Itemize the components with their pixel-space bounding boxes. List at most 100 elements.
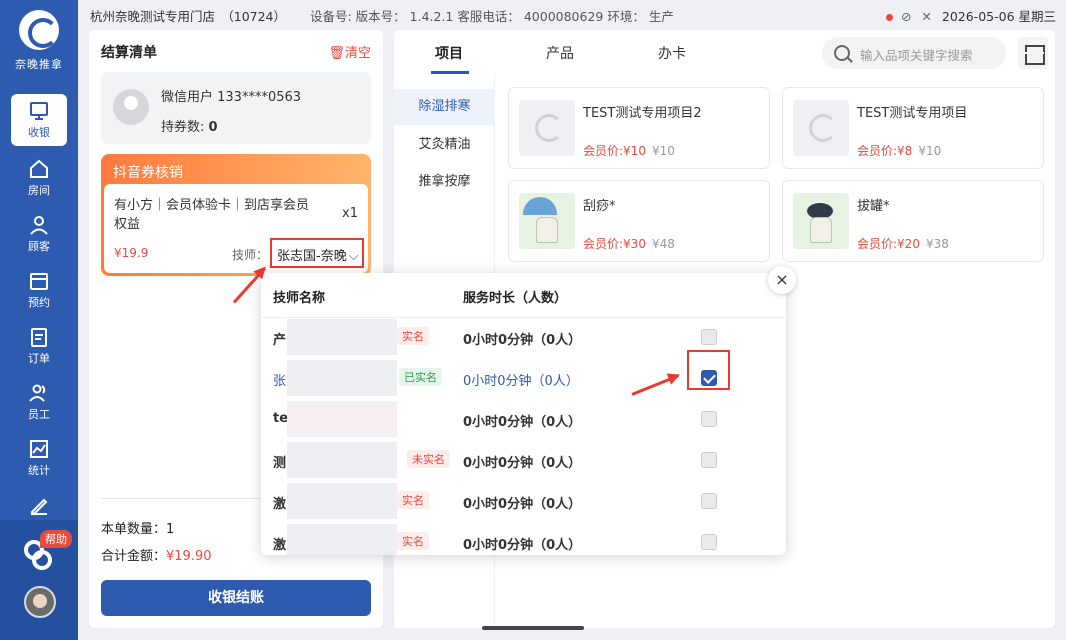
home-indicator[interactable]	[482, 626, 584, 630]
total-label: 合计金额：	[101, 549, 167, 564]
member-card[interactable]: 微信用户 133****0563 持券数: 0	[101, 72, 371, 144]
staff-icon	[29, 384, 46, 402]
technician-row[interactable]: 测 未实名 0小时0分钟（0人）	[261, 440, 786, 481]
item-name: TEST测试专用项目2	[583, 106, 702, 121]
item-card[interactable]: TEST测试专用项目 会员价:¥8 ¥10	[782, 87, 1044, 169]
sidebar-item-reservation[interactable]: 预约	[11, 264, 67, 316]
member-avatar-icon	[113, 89, 149, 125]
chevron-down-icon: ⌵	[348, 249, 359, 264]
datetime-area: ⊘ ✕ 2026-05-06 星期三	[885, 6, 1056, 25]
technician-row[interactable]: te 0小时0分钟（0人）	[261, 399, 786, 440]
sidebar-item-room[interactable]: 房间	[11, 152, 67, 204]
technician-name: 激	[273, 497, 287, 512]
coupon-title: 抖音券核销	[113, 165, 183, 181]
search-input[interactable]: 输入品项关键字搜索	[822, 37, 1006, 69]
sidebar-item-customer[interactable]: 顾客	[11, 208, 67, 260]
sidebar-item-staff[interactable]: 员工	[11, 376, 67, 428]
item-thumbnail-icon	[793, 100, 849, 156]
item-name: TEST测试专用项目	[857, 106, 968, 121]
category-item[interactable]: 除湿排寒	[394, 89, 495, 125]
item-thumbnail-icon	[519, 100, 575, 156]
select-checkbox[interactable]	[701, 452, 717, 468]
no-print-icon: ⊘	[900, 9, 912, 24]
original-price: ¥10	[651, 144, 675, 158]
sidebar-item-cashier[interactable]: 收银	[11, 94, 67, 146]
user-icon	[30, 216, 48, 235]
annotation-highlight-box	[687, 350, 730, 390]
select-checkbox[interactable]	[701, 411, 717, 427]
blurred-region	[287, 360, 397, 396]
service-duration: 0小时0分钟（0人）	[463, 333, 582, 348]
coupons-value: 0	[208, 120, 218, 135]
item-thumbnail-icon	[519, 193, 575, 249]
close-popup-button[interactable]: ×	[768, 266, 796, 294]
checkout-button[interactable]: 收银结账	[101, 580, 371, 616]
order-icon	[31, 328, 47, 347]
original-price: ¥10	[918, 144, 942, 158]
service-duration: 0小时0分钟（0人）	[463, 497, 582, 512]
item-thumbnail-icon	[793, 193, 849, 249]
select-checkbox[interactable]	[701, 493, 717, 509]
sidebar-item-orders[interactable]: 订单	[11, 320, 67, 372]
verify-badge: 已实名	[399, 368, 442, 386]
tab-bar: 项目 产品 办卡 输入品项关键字搜索	[394, 30, 1055, 74]
help-area[interactable]: 帮助	[0, 520, 78, 640]
clear-button[interactable]: 🗑清空	[328, 42, 371, 61]
coupon-body: 有小方｜会员体验卡｜到店享会员权益 x1 ¥19.9 技师： 张志国-奈晚 ⌵	[104, 184, 368, 273]
technician-name: 产	[273, 333, 287, 348]
tab-projects[interactable]: 项目	[435, 43, 463, 63]
technician-name: 张	[273, 374, 287, 389]
sidebar-item-label: 收银	[28, 126, 50, 139]
item-price: 会员价:¥30 ¥48	[583, 235, 675, 252]
technician-name: 测	[273, 456, 287, 471]
logo-text: 奈晚推拿	[15, 58, 63, 71]
item-name: 刮痧*	[583, 199, 616, 214]
coupon-price: ¥19.9	[114, 246, 149, 260]
select-checkbox[interactable]	[701, 329, 717, 345]
logo-mark-icon	[19, 10, 59, 50]
item-price: 会员价:¥20 ¥38	[857, 235, 949, 252]
service-duration: 0小时0分钟（0人）	[463, 374, 579, 389]
member-price: 会员价:¥8	[857, 144, 913, 158]
item-card[interactable]: 拔罐* 会员价:¥20 ¥38	[782, 180, 1044, 262]
sidebar-item-stats[interactable]: 统计	[11, 432, 67, 484]
help-badge[interactable]: 帮助	[40, 530, 72, 548]
technician-name: 激	[273, 538, 287, 553]
app-logo: 奈晚推拿	[0, 10, 78, 72]
coupon-desc: 有小方｜会员体验卡｜到店享会员权益	[114, 198, 310, 232]
cart-title: 结算清单	[101, 45, 157, 61]
sidebar-item-label: 订单	[28, 352, 50, 365]
col-header-name: 技师名称	[273, 291, 326, 306]
datetime: 2026-05-06 星期三	[941, 9, 1056, 24]
technician-row[interactable]: 激 实名 0小时0分钟（0人）	[261, 522, 786, 555]
sidebar-item-label: 顾客	[28, 240, 50, 253]
col-header-duration: 服务时长（人数）	[463, 291, 568, 306]
tab-cards[interactable]: 办卡	[658, 43, 686, 63]
user-avatar[interactable]	[24, 586, 56, 618]
blurred-region	[287, 483, 397, 519]
original-price: ¥38	[925, 237, 949, 251]
category-item[interactable]: 推拿按摩	[394, 164, 495, 200]
member-coupons: 持券数: 0	[161, 116, 218, 135]
search-placeholder: 输入品项关键字搜索	[860, 48, 973, 63]
member-price: 会员价:¥20	[857, 237, 920, 251]
select-checkbox[interactable]	[701, 534, 717, 550]
total-value: ¥19.90	[166, 549, 212, 564]
member-price: 会员价:¥10	[583, 144, 646, 158]
sidebar-item-label: 统计	[28, 464, 50, 477]
order-count: 本单数量：1	[101, 518, 174, 537]
device-info: 设备号: 版本号： 1.4.2.1 客服电话： 4000080629 环境： 生…	[310, 9, 674, 24]
category-item[interactable]: 艾灸精油	[394, 127, 495, 163]
coupon-card: 抖音券核销 有小方｜会员体验卡｜到店享会员权益 x1 ¥19.9 技师： 张志国…	[101, 154, 371, 276]
order-total: 合计金额：¥19.90	[101, 545, 212, 564]
tech-value: 张志国-奈晚	[277, 249, 347, 264]
tab-products[interactable]: 产品	[546, 43, 574, 63]
technician-select[interactable]: 张志国-奈晚 ⌵	[270, 238, 364, 268]
item-card[interactable]: TEST测试专用项目2 会员价:¥10 ¥10	[508, 87, 770, 169]
technician-popup: 技师名称 服务时长（人数） 产 实名 0小时0分钟（0人） 张 已实名 0小时0…	[261, 273, 786, 555]
store-name: 杭州奈晚测试专用门店 （10724）	[90, 9, 287, 24]
scan-icon[interactable]	[1018, 37, 1048, 69]
sidebar-item-tools[interactable]	[11, 488, 67, 516]
item-card[interactable]: 刮痧* 会员价:¥30 ¥48	[508, 180, 770, 262]
technician-row[interactable]: 激 实名 0小时0分钟（0人）	[261, 481, 786, 522]
